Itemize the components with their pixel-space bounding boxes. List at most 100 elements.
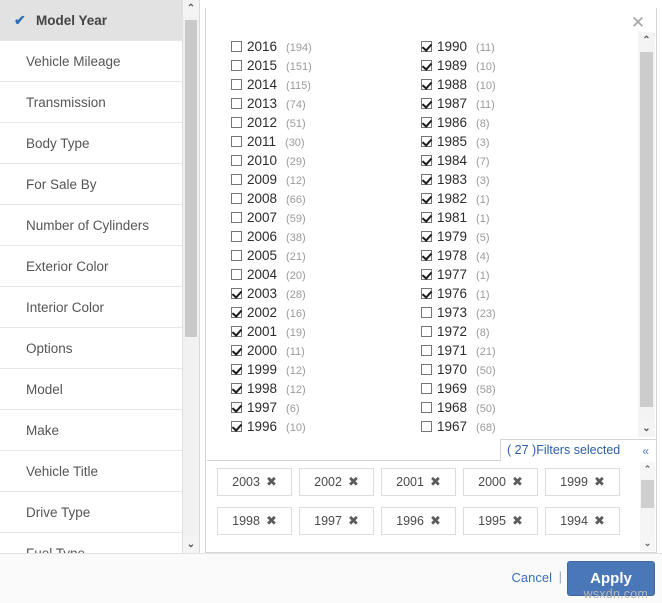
year-checkbox-row[interactable]: 1981 (1) bbox=[421, 208, 611, 227]
checkbox-2015[interactable] bbox=[231, 60, 242, 71]
checkbox-1985[interactable] bbox=[421, 136, 432, 147]
year-checkbox-row[interactable]: 1999 (12) bbox=[231, 360, 421, 379]
year-checkbox-row[interactable]: 2013 (74) bbox=[231, 94, 421, 113]
checkbox-1967[interactable] bbox=[421, 421, 432, 432]
sidebar-scrollbar-thumb[interactable] bbox=[185, 20, 197, 337]
year-checkbox-row[interactable]: 1973 (23) bbox=[421, 303, 611, 322]
chevron-up-icon[interactable]: ⌃ bbox=[183, 0, 199, 17]
year-checkbox-row[interactable]: 1988 (10) bbox=[421, 75, 611, 94]
sidebar-item-fuel-type[interactable]: Fuel Type bbox=[0, 533, 183, 553]
checkbox-2003[interactable] bbox=[231, 288, 242, 299]
checkbox-1984[interactable] bbox=[421, 155, 432, 166]
checkbox-2016[interactable] bbox=[231, 41, 242, 52]
sidebar-scrollbar[interactable]: ⌃ ⌄ bbox=[182, 0, 199, 553]
checkbox-1976[interactable] bbox=[421, 288, 432, 299]
sidebar-item-transmission[interactable]: Transmission bbox=[0, 82, 183, 123]
year-list-scrollbar-thumb[interactable] bbox=[640, 52, 653, 407]
checkbox-2013[interactable] bbox=[231, 98, 242, 109]
year-checkbox-row[interactable]: 2000 (11) bbox=[231, 341, 421, 360]
year-checkbox-row[interactable]: 1986 (8) bbox=[421, 113, 611, 132]
checkbox-2010[interactable] bbox=[231, 155, 242, 166]
year-checkbox-row[interactable]: 1970 (50) bbox=[421, 360, 611, 379]
filter-tag[interactable]: 1996 ✖ bbox=[381, 507, 456, 535]
checkbox-1988[interactable] bbox=[421, 79, 432, 90]
year-checkbox-row[interactable]: 1983 (3) bbox=[421, 170, 611, 189]
year-checkbox-row[interactable]: 2015 (151) bbox=[231, 56, 421, 75]
filter-tag[interactable]: 1999 ✖ bbox=[545, 468, 620, 496]
filter-tag[interactable]: 2003 ✖ bbox=[217, 468, 292, 496]
checkbox-2000[interactable] bbox=[231, 345, 242, 356]
chevron-down-icon[interactable]: ⌄ bbox=[638, 420, 655, 437]
filter-tag[interactable]: 2002 ✖ bbox=[299, 468, 374, 496]
year-checkbox-row[interactable]: 1996 (10) bbox=[231, 417, 421, 436]
year-checkbox-row[interactable]: 2002 (16) bbox=[231, 303, 421, 322]
sidebar-item-exterior-color[interactable]: Exterior Color bbox=[0, 246, 183, 287]
filter-tag[interactable]: 1998 ✖ bbox=[217, 507, 292, 535]
checkbox-1996[interactable] bbox=[231, 421, 242, 432]
checkbox-2004[interactable] bbox=[231, 269, 242, 280]
checkbox-1983[interactable] bbox=[421, 174, 432, 185]
year-checkbox-row[interactable]: 2014 (115) bbox=[231, 75, 421, 94]
filter-tag[interactable]: 1997 ✖ bbox=[299, 507, 374, 535]
sidebar-item-for-sale-by[interactable]: For Sale By bbox=[0, 164, 183, 205]
tags-scrollbar-thumb[interactable] bbox=[641, 480, 654, 508]
checkbox-2011[interactable] bbox=[231, 136, 242, 147]
year-checkbox-row[interactable]: 1985 (3) bbox=[421, 132, 611, 151]
checkbox-2014[interactable] bbox=[231, 79, 242, 90]
year-checkbox-row[interactable]: 2007 (59) bbox=[231, 208, 421, 227]
checkbox-1977[interactable] bbox=[421, 269, 432, 280]
tags-scrollbar[interactable]: ⌃ ⌄ bbox=[640, 462, 655, 551]
chevron-double-up-icon[interactable]: « bbox=[642, 442, 649, 460]
filter-tag[interactable]: 2001 ✖ bbox=[381, 468, 456, 496]
checkbox-2005[interactable] bbox=[231, 250, 242, 261]
year-checkbox-row[interactable]: 1987 (11) bbox=[421, 94, 611, 113]
checkbox-1969[interactable] bbox=[421, 383, 432, 394]
checkbox-1989[interactable] bbox=[421, 60, 432, 71]
year-checkbox-row[interactable]: 1989 (10) bbox=[421, 56, 611, 75]
checkbox-1987[interactable] bbox=[421, 98, 432, 109]
year-checkbox-row[interactable]: 2011 (30) bbox=[231, 132, 421, 151]
year-checkbox-row[interactable]: 2001 (19) bbox=[231, 322, 421, 341]
year-checkbox-row[interactable]: 2009 (12) bbox=[231, 170, 421, 189]
year-checkbox-row[interactable]: 2005 (21) bbox=[231, 246, 421, 265]
checkbox-2008[interactable] bbox=[231, 193, 242, 204]
close-icon[interactable]: ✖ bbox=[430, 514, 441, 529]
close-icon[interactable]: ✖ bbox=[594, 475, 605, 490]
checkbox-1990[interactable] bbox=[421, 41, 432, 52]
sidebar-item-model[interactable]: Model bbox=[0, 369, 183, 410]
close-icon[interactable]: ✖ bbox=[594, 514, 605, 529]
year-checkbox-row[interactable]: 1982 (1) bbox=[421, 189, 611, 208]
year-checkbox-row[interactable]: 2012 (51) bbox=[231, 113, 421, 132]
checkbox-1998[interactable] bbox=[231, 383, 242, 394]
checkbox-2002[interactable] bbox=[231, 307, 242, 318]
checkbox-1973[interactable] bbox=[421, 307, 432, 318]
year-list-scrollbar[interactable]: ⌃ ⌄ bbox=[638, 32, 655, 437]
checkbox-2009[interactable] bbox=[231, 174, 242, 185]
checkbox-1971[interactable] bbox=[421, 345, 432, 356]
checkbox-1982[interactable] bbox=[421, 193, 432, 204]
year-checkbox-row[interactable]: 2008 (66) bbox=[231, 189, 421, 208]
year-checkbox-row[interactable]: 1997 (6) bbox=[231, 398, 421, 417]
sidebar-item-vehicle-title[interactable]: Vehicle Title bbox=[0, 451, 183, 492]
year-checkbox-row[interactable]: 1967 (68) bbox=[421, 417, 611, 436]
checkbox-1981[interactable] bbox=[421, 212, 432, 223]
filter-tag[interactable]: 2000 ✖ bbox=[463, 468, 538, 496]
checkbox-1972[interactable] bbox=[421, 326, 432, 337]
checkbox-1986[interactable] bbox=[421, 117, 432, 128]
filter-tag[interactable]: 1995 ✖ bbox=[463, 507, 538, 535]
checkbox-2001[interactable] bbox=[231, 326, 242, 337]
chevron-down-icon[interactable]: ⌄ bbox=[183, 536, 199, 553]
sidebar-item-model-year[interactable]: ✔ Model Year bbox=[0, 0, 183, 41]
checkbox-1978[interactable] bbox=[421, 250, 432, 261]
close-icon[interactable]: ✖ bbox=[512, 514, 523, 529]
checkbox-1970[interactable] bbox=[421, 364, 432, 375]
checkbox-2007[interactable] bbox=[231, 212, 242, 223]
close-icon[interactable]: ✖ bbox=[512, 475, 523, 490]
sidebar-item-number-of-cylinders[interactable]: Number of Cylinders bbox=[0, 205, 183, 246]
year-checkbox-row[interactable]: 1984 (7) bbox=[421, 151, 611, 170]
year-checkbox-row[interactable]: 1971 (21) bbox=[421, 341, 611, 360]
year-checkbox-row[interactable]: 2004 (20) bbox=[231, 265, 421, 284]
chevron-up-icon[interactable]: ⌃ bbox=[638, 32, 655, 49]
year-checkbox-row[interactable]: 2010 (29) bbox=[231, 151, 421, 170]
year-checkbox-row[interactable]: 1978 (4) bbox=[421, 246, 611, 265]
